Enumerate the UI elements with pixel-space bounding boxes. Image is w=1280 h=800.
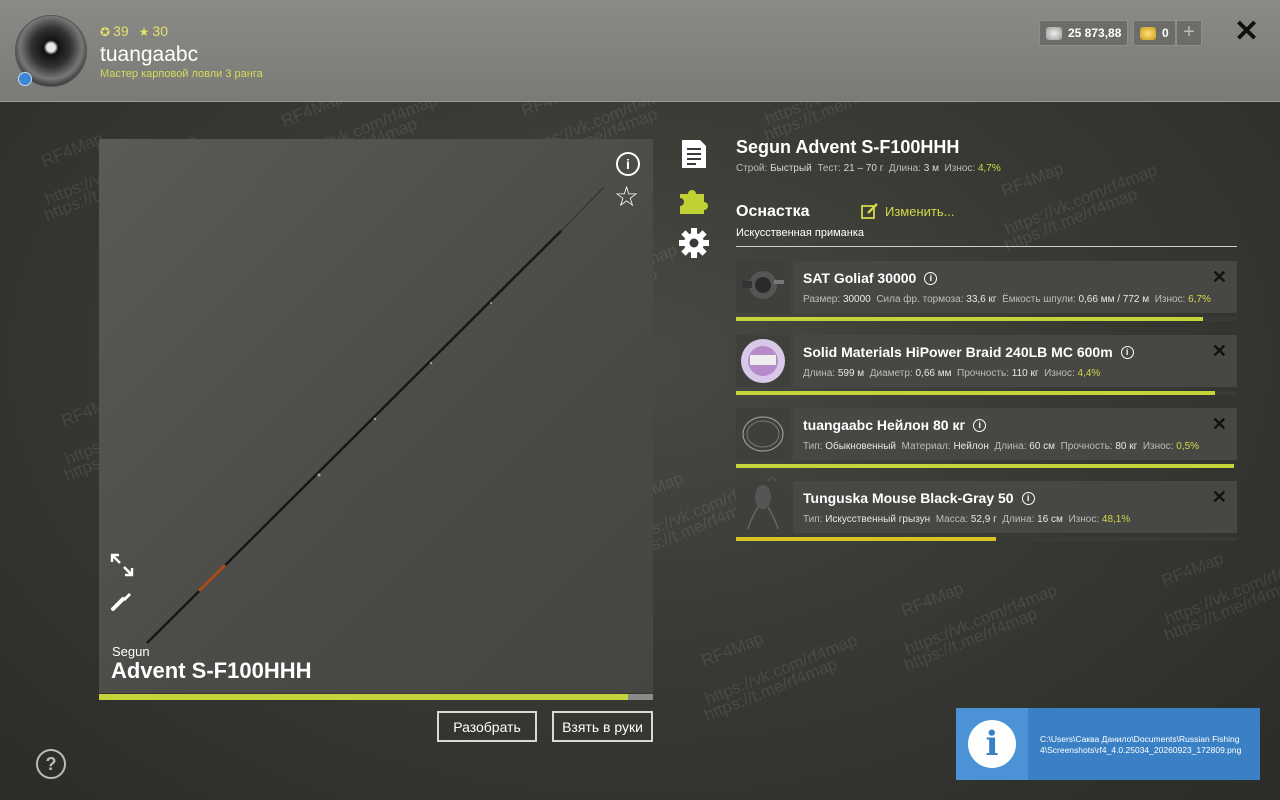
rod-condition-bar	[99, 694, 653, 700]
component-name: SAT Goliaf 30000 i	[803, 270, 938, 286]
rig-component-card[interactable]: SAT Goliaf 30000 i Размер: 30000 Сила фр. …	[736, 261, 1237, 313]
component-details: Tunguska Mouse Black-Gray 50 i Тип: Искусс…	[793, 481, 1237, 533]
component-details: Solid Materials HiPower Braid 240LB MC 6…	[793, 335, 1237, 387]
watermark-text: https://vk.com/rf4map	[902, 580, 1060, 659]
stars-stat: ★ 30	[138, 23, 168, 39]
component-condition-bar	[736, 464, 1237, 468]
remove-component-icon[interactable]: ✕	[1212, 414, 1227, 435]
component-specs: Длина: 599 м Диаметр: 0,66 мм Прочность:…	[803, 368, 1101, 379]
watermark-text: https://t.me/rf4map	[701, 654, 840, 725]
component-thumbnail	[736, 335, 790, 387]
component-details: SAT Goliaf 30000 i Размер: 30000 Сила фр. …	[793, 261, 1237, 313]
gold-coin-icon	[1140, 26, 1156, 40]
repair-icon[interactable]	[110, 588, 134, 612]
rig-type: Искусственная приманка	[736, 227, 865, 239]
notification-icon-box: i	[956, 708, 1028, 780]
component-name: tuangaabc Нейлон 80 кг i	[803, 417, 987, 433]
level-icon: ✪	[100, 25, 111, 39]
gear-tab-icon[interactable]	[678, 227, 710, 259]
rig-title: Оснастка	[736, 203, 810, 220]
component-condition-fill	[736, 391, 1215, 395]
info-icon[interactable]: i	[973, 418, 987, 432]
silver-balance: 25 873,88	[1039, 20, 1129, 46]
info-icon[interactable]: i	[616, 152, 640, 176]
rod-brand: Segun	[112, 644, 150, 659]
take-in-hands-button[interactable]: Взять в руки	[552, 711, 653, 742]
star-icon: ★	[138, 25, 150, 39]
player-stats: ✪ 39 ★ 30	[100, 23, 168, 39]
remove-component-icon[interactable]: ✕	[1212, 341, 1227, 362]
status-badge	[18, 72, 32, 86]
watermark-text: RF4Map	[898, 578, 967, 621]
rod-preview[interactable]: i ☆ Segun Advent S-F100HHH	[99, 139, 653, 693]
watermark-text: RF4Map	[38, 128, 107, 171]
info-icon[interactable]: i	[924, 271, 938, 285]
component-specs: Тип: Обыкновенный Материал: Нейлон Длина…	[803, 441, 1200, 452]
puzzle-tab-icon[interactable]	[678, 184, 710, 216]
favorite-star-icon[interactable]: ☆	[614, 183, 639, 211]
close-icon[interactable]: ✕	[1234, 17, 1259, 47]
item-title: Segun Advent S-F100HHH	[736, 137, 960, 157]
edit-icon	[861, 203, 878, 219]
component-condition-bar	[736, 391, 1237, 395]
player-rank: Мастер карповой ловли 3 ранга	[100, 68, 263, 80]
component-condition-bar	[736, 537, 1237, 541]
rig-component-card[interactable]: tuangaabc Нейлон 80 кг i Тип: Обыкновенный…	[736, 408, 1237, 460]
component-name: Solid Materials HiPower Braid 240LB MC 6…	[803, 344, 1134, 360]
rod-condition-fill	[99, 694, 629, 700]
component-condition-fill	[736, 464, 1235, 468]
edit-rig-button[interactable]: Изменить...	[861, 203, 954, 219]
watermark-text: https://vk.com/rf4map	[1162, 550, 1280, 629]
component-thumbnail	[736, 481, 790, 533]
level-stat: ✪ 39	[100, 23, 129, 39]
gold-balance: 0	[1133, 20, 1176, 46]
component-specs: Размер: 30000 Сила фр. тормоза: 33,6 кг …	[803, 294, 1211, 305]
silver-coin-icon	[1046, 26, 1062, 40]
rig-component-card[interactable]: Solid Materials HiPower Braid 240LB MC 6…	[736, 335, 1237, 387]
rod-image	[146, 186, 605, 644]
watermark-text: https://t.me/rf4map	[1161, 574, 1280, 645]
document-tab-icon[interactable]	[678, 138, 710, 170]
username: tuangaabc	[100, 43, 199, 66]
watermark-text: RF4Map	[1158, 548, 1227, 591]
watermark-text: RF4Map	[698, 628, 767, 671]
help-icon[interactable]: ?	[36, 749, 66, 779]
component-condition-bar	[736, 317, 1237, 321]
screenshot-path: C:\Users\Саква Данило\Documents\Russian …	[1040, 734, 1242, 755]
component-details: tuangaabc Нейлон 80 кг i Тип: Обыкновенный…	[793, 408, 1237, 460]
component-condition-fill	[736, 317, 1204, 321]
remove-component-icon[interactable]: ✕	[1212, 487, 1227, 508]
watermark-text: https://t.me/rf4map	[901, 604, 1040, 675]
info-icon[interactable]: i	[1120, 345, 1134, 359]
divider	[736, 246, 1237, 247]
remove-component-icon[interactable]: ✕	[1212, 267, 1227, 288]
watermark-text: RF4Map	[998, 158, 1067, 201]
info-icon[interactable]: i	[1021, 491, 1035, 505]
disassemble-button[interactable]: Разобрать	[437, 711, 537, 742]
profile-header: ✪ 39 ★ 30 tuangaabc Мастер карповой ловли …	[0, 0, 1280, 102]
component-condition-fill	[736, 537, 997, 541]
watermark-text: https://vk.com/rf4map	[1002, 160, 1160, 239]
expand-icon[interactable]	[110, 553, 134, 577]
component-name: Tunguska Mouse Black-Gray 50 i	[803, 490, 1035, 506]
screenshot-notification[interactable]: i C:\Users\Саква Данило\Documents\Russia…	[956, 708, 1260, 780]
rod-model: Advent S-F100HHH	[111, 658, 312, 683]
add-gold-button[interactable]: +	[1176, 20, 1202, 46]
component-specs: Тип: Искусственный грызун Масса: 52,9 г …	[803, 514, 1131, 525]
watermark-text: https://vk.com/rf4map	[702, 630, 860, 709]
component-thumbnail	[736, 261, 790, 313]
component-thumbnail	[736, 408, 790, 460]
info-icon: i	[968, 720, 1016, 768]
rig-component-card[interactable]: Tunguska Mouse Black-Gray 50 i Тип: Искусс…	[736, 481, 1237, 533]
item-specs: Строй: Быстрый Тест: 21 – 70 г Длина: 3 …	[736, 163, 1001, 174]
